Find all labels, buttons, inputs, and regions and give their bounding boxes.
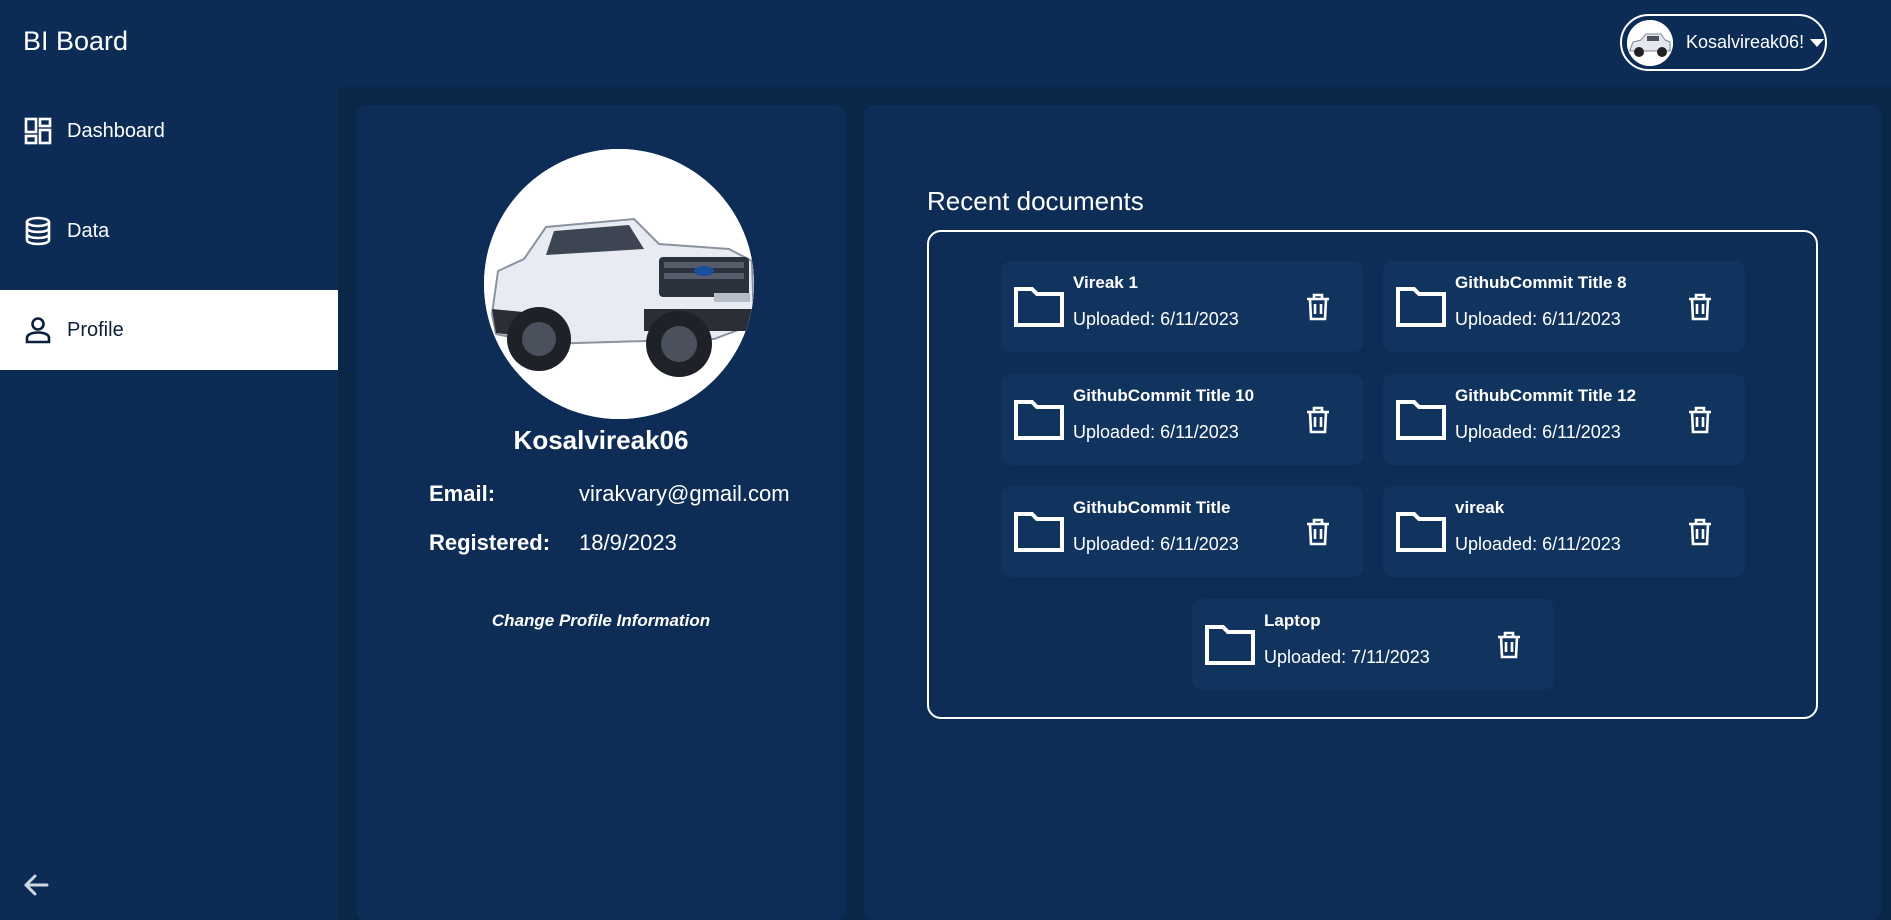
document-upload-date: Uploaded: 6/11/2023 [1073,422,1239,442]
person-icon [23,315,53,345]
sidebar-collapse-button[interactable] [20,869,52,901]
document-item[interactable]: GithubCommit Title 10 Uploaded: 6/11/202… [1001,374,1363,465]
document-title: GithubCommit Title [1073,498,1231,517]
profile-username: Kosalvireak06 [513,425,689,455]
sidebar-item-label: Data [67,219,110,242]
user-avatar [1627,19,1673,66]
document-title: Laptop [1264,611,1321,630]
user-menu-name: Kosalvireak06! [1686,32,1805,52]
document-upload-date: Uploaded: 6/11/2023 [1073,534,1239,554]
document-title: GithubCommit Title 10 [1073,386,1255,405]
document-item[interactable]: Laptop Uploaded: 7/11/2023 [1192,599,1554,690]
document-item[interactable]: GithubCommit Title 12 Uploaded: 6/11/202… [1383,374,1745,465]
arrow-left-icon [24,874,49,896]
sidebar-item-profile[interactable]: Profile [0,290,338,370]
trash-icon[interactable] [1305,518,1331,546]
trash-icon[interactable] [1305,293,1331,321]
app-title: BI Board [23,26,129,56]
trash-icon[interactable] [1496,631,1522,659]
trash-icon[interactable] [1687,293,1713,321]
document-item[interactable]: vireak Uploaded: 6/11/2023 [1383,486,1745,577]
registered-value: 18/9/2023 [579,530,677,555]
email-value: virakvary@gmail.com [579,481,790,506]
folder-icon [1014,400,1064,440]
document-upload-date: Uploaded: 6/11/2023 [1073,309,1239,329]
document-upload-date: Uploaded: 6/11/2023 [1455,534,1621,554]
document-title: vireak [1455,498,1505,517]
chevron-down-icon [1810,38,1825,47]
sidebar-item-data[interactable]: Data [0,191,338,271]
sidebar-item-dashboard[interactable]: Dashboard [0,91,338,171]
dashboard-icon [23,116,53,146]
folder-icon [1014,512,1064,552]
sidebar-item-label: Dashboard [67,119,165,142]
trash-icon[interactable] [1305,406,1331,434]
document-upload-date: Uploaded: 7/11/2023 [1264,647,1430,667]
database-icon [23,216,53,246]
top-bar: BI Board Kosalvireak06! [0,0,1891,87]
document-upload-date: Uploaded: 6/11/2023 [1455,309,1621,329]
folder-icon [1014,287,1064,327]
document-item[interactable]: Vireak 1 Uploaded: 6/11/2023 [1001,261,1363,352]
user-menu-button[interactable]: Kosalvireak06! [1620,14,1827,71]
folder-icon [1396,512,1446,552]
profile-photo [484,149,754,419]
document-item[interactable]: GithubCommit Title 8 Uploaded: 6/11/2023 [1383,261,1745,352]
folder-icon [1396,400,1446,440]
folder-icon [1396,287,1446,327]
change-profile-link[interactable]: Change Profile Information [356,611,846,631]
sidebar-item-label: Profile [67,318,124,341]
documents-card: Recent documents Vireak 1 Uploaded: 6/11… [864,105,1881,920]
folder-icon [1205,625,1255,665]
email-label: Email: [429,481,496,506]
trash-icon[interactable] [1687,406,1713,434]
recent-documents-heading: Recent documents [927,186,1144,216]
document-title: GithubCommit Title 8 [1455,273,1627,292]
sidebar: Dashboard Data Profile [0,87,338,920]
document-title: GithubCommit Title 12 [1455,386,1637,405]
trash-icon[interactable] [1687,518,1713,546]
documents-list: Vireak 1 Uploaded: 6/11/2023 GithubCommi… [927,230,1818,719]
document-upload-date: Uploaded: 6/11/2023 [1455,422,1621,442]
registered-label: Registered: [429,530,551,555]
profile-card: Kosalvireak06 Email: virakvary@gmail.com… [356,105,846,920]
document-title: Vireak 1 [1073,273,1138,292]
document-item[interactable]: GithubCommit Title Uploaded: 6/11/2023 [1001,486,1363,577]
main-content: Kosalvireak06 Email: virakvary@gmail.com… [338,87,1891,920]
